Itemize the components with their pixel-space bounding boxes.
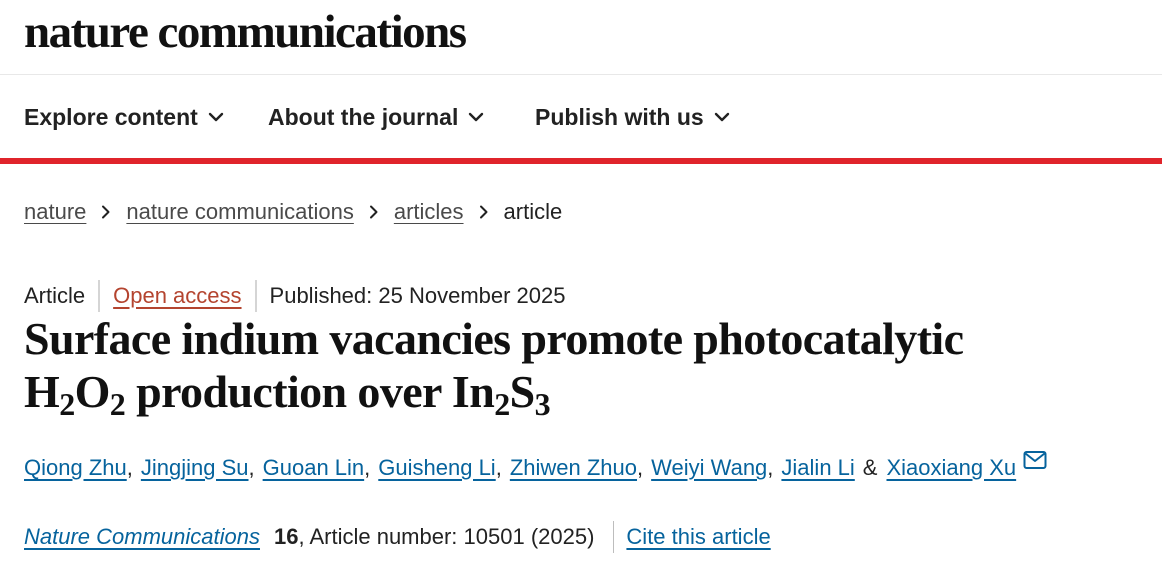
title-formula-o: O (74, 366, 111, 417)
article-title: Surface indium vacancies promote photoca… (24, 312, 1134, 420)
journal-link[interactable]: Nature Communications (24, 524, 260, 550)
title-formula-s: S (509, 366, 536, 417)
nav-item-label: About the journal (268, 103, 459, 130)
meta-divider (98, 280, 101, 312)
author-separator: , (495, 455, 502, 480)
author-list: Qiong Zhu, Jingjing Su, Guoan Lin, Guish… (24, 450, 1047, 484)
author-link[interactable]: Guoan Lin (263, 455, 365, 481)
nav-accent-rule (0, 158, 1162, 164)
chevron-down-icon (714, 112, 729, 122)
mail-icon[interactable] (1023, 450, 1047, 470)
author-and: & (862, 455, 878, 480)
published-date: Published: 25 November 2025 (269, 283, 566, 308)
citation-line: Nature Communications 16 , Article numbe… (24, 520, 771, 554)
title-subscript: 3 (534, 386, 551, 422)
open-access-link[interactable]: Open access (113, 283, 241, 309)
chevron-right-icon (102, 205, 110, 219)
chevron-down-icon (208, 112, 224, 122)
citation-divider (613, 521, 615, 553)
breadcrumb-link-nature-communications[interactable]: nature communications (126, 199, 353, 225)
author-separator: , (248, 455, 255, 480)
author-link[interactable]: Xiaoxiang Xu (886, 455, 1016, 481)
author-link[interactable]: Zhiwen Zhuo (510, 455, 637, 481)
title-subscript: 2 (59, 386, 75, 422)
author-link[interactable]: Qiong Zhu (24, 455, 127, 481)
author-link[interactable]: Weiyi Wang (651, 455, 767, 481)
breadcrumb: nature nature communications articles ar… (24, 196, 562, 228)
breadcrumb-current: article (503, 199, 563, 224)
chevron-down-icon (469, 112, 484, 122)
nav-explore-content[interactable]: Explore content (24, 102, 224, 132)
nav-publish-with-us[interactable]: Publish with us (535, 102, 730, 132)
breadcrumb-link-articles[interactable]: articles (394, 199, 464, 225)
nav-item-label: Explore content (24, 103, 198, 130)
chevron-right-icon (479, 205, 488, 219)
breadcrumb-link-nature[interactable]: nature (24, 199, 86, 225)
title-subscript: 2 (109, 386, 126, 422)
meta-divider (254, 280, 257, 312)
author-link[interactable]: Jialin Li (781, 455, 854, 481)
volume-number: 16 (273, 524, 299, 549)
site-header: nature communications (0, 0, 1162, 75)
article-number: , Article number: 10501 (2025) (298, 524, 595, 549)
chevron-right-icon (369, 205, 378, 219)
article-meta: Article Open access Published: 25 Novemb… (24, 279, 566, 313)
author-link[interactable]: Guisheng Li (378, 455, 495, 481)
title-text-mid: production over In (125, 366, 495, 417)
title-subscript: 2 (494, 386, 510, 422)
title-line-1: Surface indium vacancies promote photoca… (24, 313, 964, 364)
journal-logo[interactable]: nature communications (24, 4, 467, 60)
author-separator: , (637, 455, 644, 480)
author-separator: , (126, 455, 133, 480)
article-type: Article (24, 283, 86, 308)
main-nav: Explore content About the journal Publis… (0, 76, 1162, 158)
nav-item-label: Publish with us (535, 103, 704, 130)
author-link[interactable]: Jingjing Su (141, 455, 249, 481)
nav-about-journal[interactable]: About the journal (268, 102, 484, 132)
cite-this-article-link[interactable]: Cite this article (626, 524, 770, 550)
author-separator: , (364, 455, 371, 480)
title-formula-h: H (24, 366, 60, 417)
author-separator: , (767, 455, 774, 480)
